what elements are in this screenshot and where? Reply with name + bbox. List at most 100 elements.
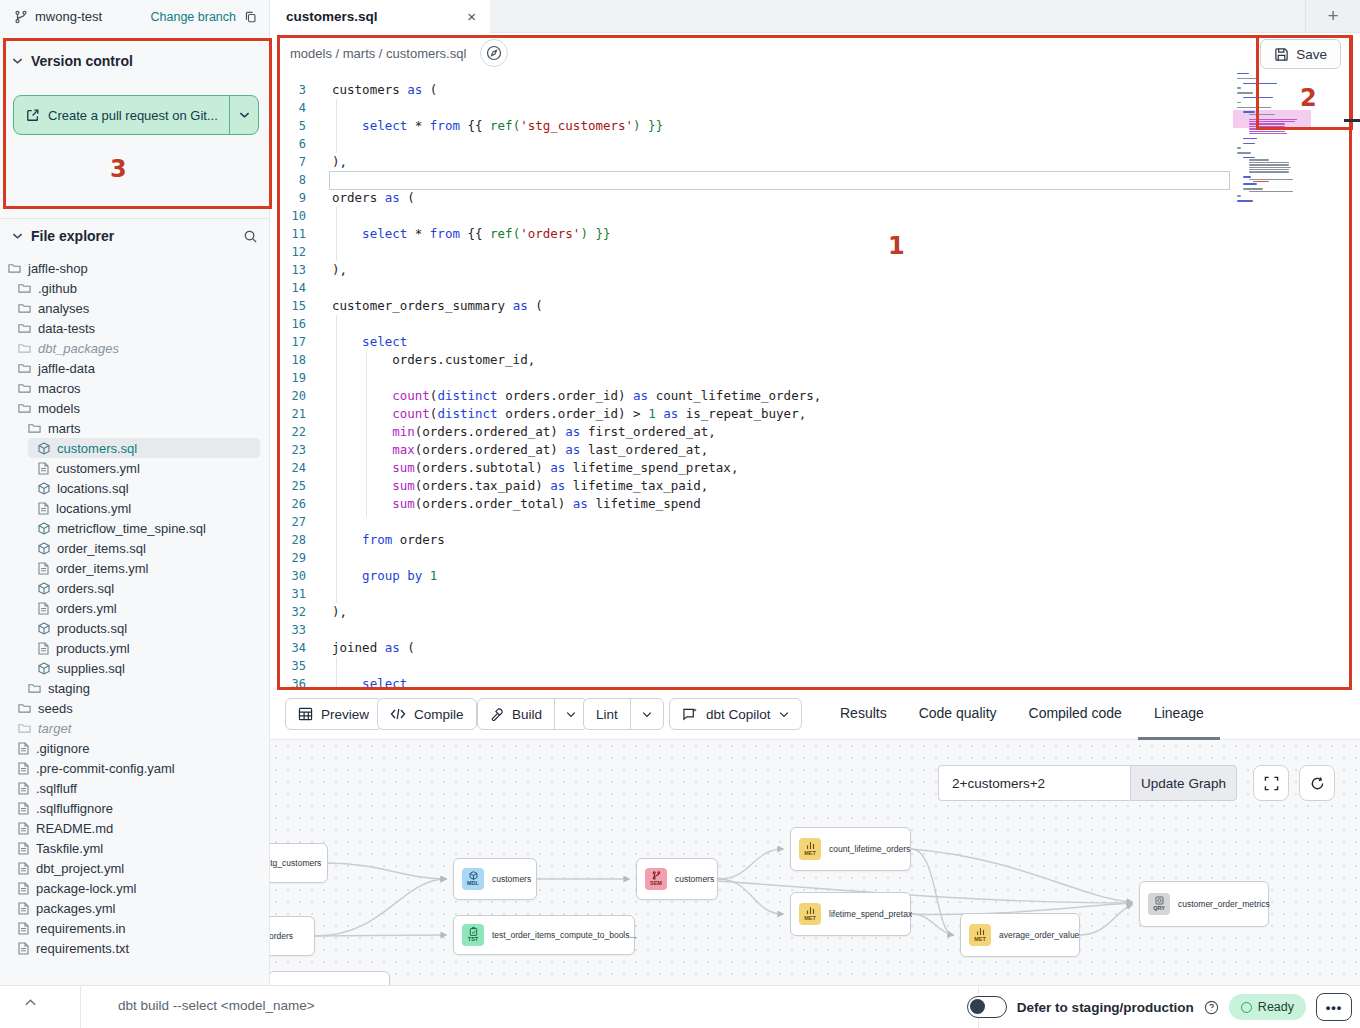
tree-item[interactable]: marts <box>0 418 270 438</box>
result-tab-label: Results <box>840 705 887 721</box>
file-explorer-header[interactable]: File explorer <box>0 219 270 253</box>
tree-item[interactable]: target <box>0 718 270 738</box>
search-icon[interactable] <box>243 229 258 244</box>
file-explorer-title: File explorer <box>31 228 114 244</box>
more-options-button[interactable]: ••• <box>1316 993 1352 1021</box>
ready-label: Ready <box>1258 1000 1294 1014</box>
lineage-search-input[interactable]: 2+customers+2 <box>938 765 1130 801</box>
cli-command[interactable]: dbt build --select <model_name> <box>118 998 315 1013</box>
tree-item[interactable]: data-tests <box>0 318 270 338</box>
ready-dot-icon <box>1241 1002 1252 1013</box>
tree-item-label: metricflow_time_spine.sql <box>57 521 206 536</box>
update-graph-button[interactable]: Update Graph <box>1130 765 1237 801</box>
file-icon <box>18 802 29 815</box>
tree-item[interactable]: jaffle-data <box>0 358 270 378</box>
header-bar: mwong-test Change branch customers.sql ×… <box>0 0 1360 33</box>
fullscreen-button[interactable] <box>1253 765 1289 801</box>
result-tab[interactable]: Results <box>824 688 903 740</box>
tree-item-label: macros <box>38 381 81 396</box>
copy-icon[interactable] <box>244 10 257 23</box>
tree-item[interactable]: customers.yml <box>0 458 270 478</box>
copilot-icon <box>682 707 698 722</box>
tree-item[interactable]: order_items.sql <box>0 538 270 558</box>
file-icon <box>38 562 49 575</box>
close-tab-icon[interactable]: × <box>467 9 476 24</box>
lineage-node[interactable]: QRY customer_order_metrics <box>1139 881 1269 927</box>
tree-item[interactable]: jaffle-shop <box>0 258 270 278</box>
tree-item[interactable]: analyses <box>0 298 270 318</box>
lineage-canvas[interactable]: 2+customers+2 Update Graph stg_customers <box>270 740 1360 985</box>
tree-item[interactable]: macros <box>0 378 270 398</box>
folder-icon <box>18 402 31 414</box>
tree-item[interactable]: README.md <box>0 818 270 838</box>
new-tab-button[interactable]: + <box>1305 0 1360 32</box>
lineage-node[interactable]: MET lifetime_spend_pretax <box>790 892 911 936</box>
node-type-label: SEM <box>650 881 662 887</box>
lint-dropdown-chevron[interactable] <box>630 699 663 729</box>
refresh-button[interactable] <box>1299 765 1335 801</box>
tree-item-label: orders.yml <box>56 601 117 616</box>
tree-item[interactable]: orders.yml <box>0 598 270 618</box>
defer-toggle[interactable] <box>967 996 1007 1018</box>
tree-item[interactable]: package-lock.yml <box>0 878 270 898</box>
tab-customers-sql[interactable]: customers.sql × <box>270 0 490 33</box>
copilot-dropdown-chevron[interactable] <box>779 711 789 718</box>
tree-item[interactable]: products.yml <box>0 638 270 658</box>
help-icon[interactable] <box>1204 1000 1219 1015</box>
tree-item[interactable]: seeds <box>0 698 270 718</box>
result-tab[interactable]: Code quality <box>903 688 1013 740</box>
tree-item[interactable]: locations.sql <box>0 478 270 498</box>
tree-item[interactable]: locations.yml <box>0 498 270 518</box>
statusbar-divider <box>80 986 81 1028</box>
lineage-node[interactable]: stg_customers <box>270 843 328 883</box>
lineage-node[interactable]: TST test_order_items_compute_to_bools... <box>453 915 635 955</box>
caret-up-icon[interactable] <box>24 998 37 1007</box>
tree-item-label: README.md <box>36 821 113 836</box>
lineage-node[interactable]: MDL customers <box>453 858 537 900</box>
tree-item[interactable]: .sqlfluff <box>0 778 270 798</box>
folder-icon <box>18 702 31 714</box>
tree-item[interactable]: order_items.yml <box>0 558 270 578</box>
tree-item[interactable]: models <box>0 398 270 418</box>
build-button[interactable]: Build <box>477 698 588 730</box>
tree-item[interactable]: Taskfile.yml <box>0 838 270 858</box>
tree-item[interactable]: customers.sql <box>0 438 270 458</box>
tree-item[interactable]: .pre-commit-config.yaml <box>0 758 270 778</box>
lint-button[interactable]: Lint <box>583 698 664 730</box>
tree-item[interactable]: .github <box>0 278 270 298</box>
tree-item[interactable]: requirements.in <box>0 918 270 938</box>
result-tab[interactable]: Compiled code <box>1013 688 1138 740</box>
change-branch-link[interactable]: Change branch <box>151 10 236 24</box>
tree-item[interactable]: dbt_packages <box>0 338 270 358</box>
compile-button[interactable]: Compile <box>377 698 477 730</box>
lineage-node[interactable]: MET average_order_value <box>960 913 1080 957</box>
node-type-icon: MDL <box>462 868 484 890</box>
result-tab-label: Compiled code <box>1029 705 1122 721</box>
tree-item[interactable]: packages.yml <box>0 898 270 918</box>
toggle-knob <box>970 999 985 1014</box>
tree-item[interactable]: metricflow_time_spine.sql <box>0 518 270 538</box>
file-icon <box>38 462 49 475</box>
lineage-node[interactable] <box>270 971 390 985</box>
tree-item[interactable]: requirements.txt <box>0 938 270 958</box>
preview-button[interactable]: Preview <box>285 698 382 730</box>
tree-item-label: seeds <box>38 701 73 716</box>
result-tab[interactable]: Lineage <box>1138 688 1220 740</box>
tree-item[interactable]: dbt_project.yml <box>0 858 270 878</box>
lineage-node[interactable]: orders <box>270 916 315 956</box>
tree-item[interactable]: .gitignore <box>0 738 270 758</box>
lineage-node[interactable]: MET count_lifetime_orders <box>790 827 911 871</box>
tree-item[interactable]: .sqlfluffignore <box>0 798 270 818</box>
editor-toolbar: Preview Compile Build Lint dbt Copilot <box>270 688 1360 740</box>
model-cube-icon <box>38 542 50 555</box>
tree-item-label: target <box>38 721 71 736</box>
tree-item[interactable]: staging <box>0 678 270 698</box>
chevron-down-icon <box>12 232 23 240</box>
lineage-node[interactable]: SEM customers <box>636 858 718 900</box>
tree-item[interactable]: supplies.sql <box>0 658 270 678</box>
dbt-copilot-button[interactable]: dbt Copilot <box>669 698 802 730</box>
node-label: customers <box>492 874 531 884</box>
tree-item[interactable]: products.sql <box>0 618 270 638</box>
wrench-icon <box>490 707 504 721</box>
tree-item[interactable]: orders.sql <box>0 578 270 598</box>
